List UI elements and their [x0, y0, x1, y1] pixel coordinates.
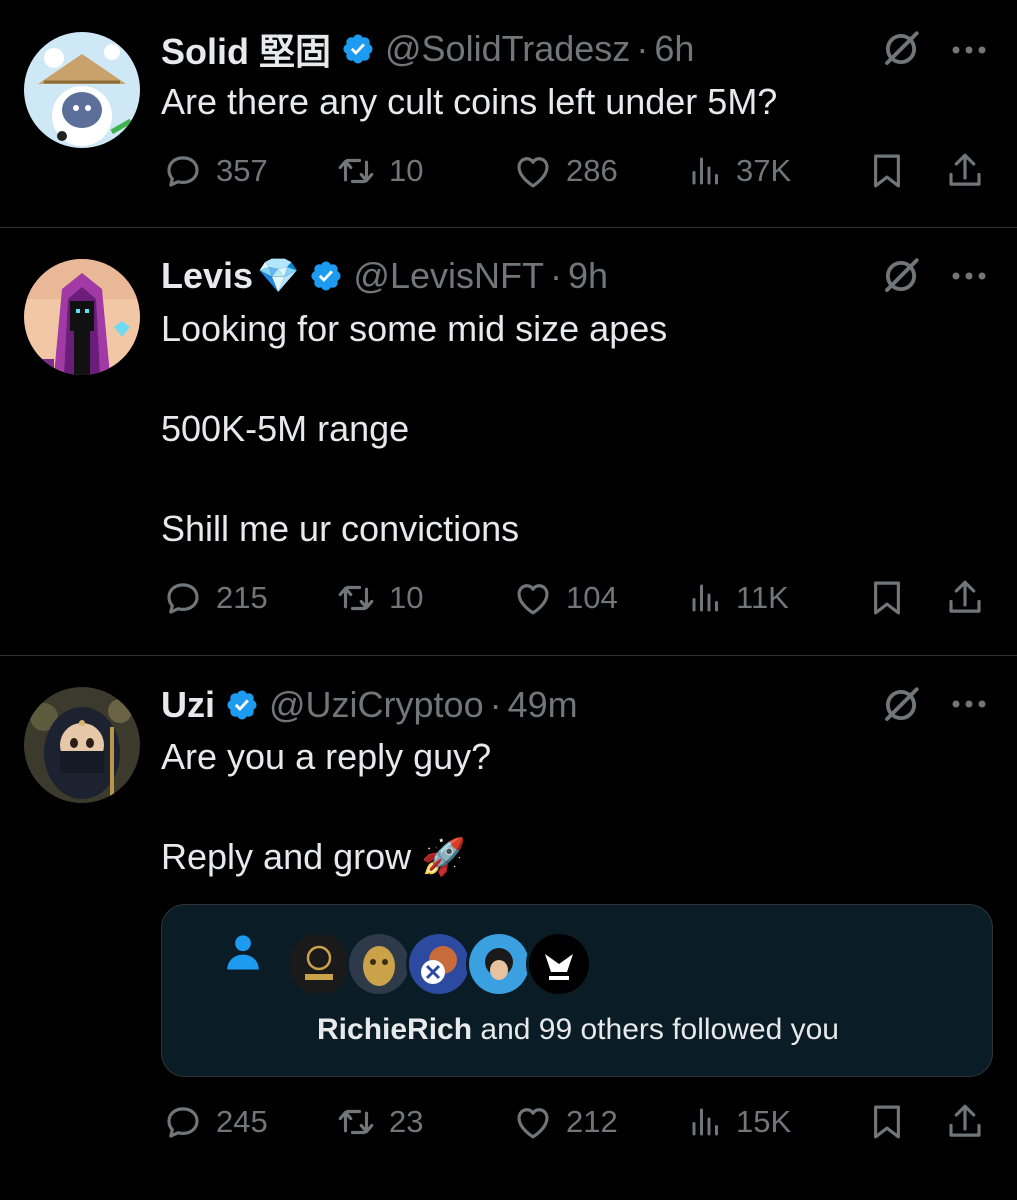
reply-icon — [167, 1107, 199, 1138]
view-count: 37K — [736, 153, 792, 188]
bookmark-button[interactable] — [866, 573, 908, 623]
handle[interactable]: @UziCryptoo — [269, 684, 484, 726]
share-icon — [949, 580, 981, 613]
like-count: 286 — [566, 153, 618, 188]
display-name[interactable]: Uzi — [161, 684, 215, 726]
follower-name[interactable]: RichieRich — [317, 1013, 472, 1046]
bookmark-button[interactable] — [866, 146, 908, 196]
share-button[interactable] — [944, 1097, 986, 1147]
like-count: 212 — [566, 1104, 618, 1139]
view-count: 15K — [736, 1104, 792, 1139]
repost-icon — [338, 158, 374, 184]
timestamp[interactable]: 9h — [568, 255, 608, 297]
like-button[interactable]: 104 — [512, 573, 618, 623]
like-icon — [517, 584, 549, 615]
share-icon — [949, 1104, 981, 1137]
action-bar: 215 10 104 11K — [0, 573, 1017, 623]
follower-avatar[interactable] — [466, 931, 532, 997]
action-bar: 357 10 286 37K — [0, 146, 1017, 196]
reply-count: 357 — [216, 153, 268, 188]
verified-badge-icon — [227, 690, 257, 720]
follower-avatar[interactable] — [406, 931, 472, 997]
follower-avatars — [286, 931, 592, 997]
diamond-emoji: 💎 — [257, 257, 300, 295]
tweet[interactable]: Levis 💎 @LevisNFT · 9h Looking for some … — [0, 228, 1017, 656]
view-count: 11K — [736, 580, 789, 615]
repost-count: 23 — [389, 1104, 424, 1139]
follower-avatar[interactable] — [346, 931, 412, 997]
reply-button[interactable]: 245 — [162, 1097, 268, 1147]
views-icon — [692, 584, 718, 612]
repost-button[interactable]: 10 — [335, 146, 423, 196]
timestamp[interactable]: 49m — [508, 684, 578, 726]
separator-dot: · — [549, 255, 562, 296]
person-icon — [227, 935, 259, 970]
grok-icon[interactable] — [880, 28, 922, 70]
tweet-text: Are you a reply guy? Reply and grow 🚀 — [161, 736, 492, 877]
more-icon[interactable] — [948, 40, 990, 60]
repost-count: 10 — [389, 153, 424, 188]
like-icon — [517, 157, 549, 188]
repost-button[interactable]: 10 — [335, 573, 423, 623]
like-count: 104 — [566, 580, 618, 615]
like-icon — [517, 1108, 549, 1139]
bookmark-icon — [874, 154, 900, 188]
followed-you-rest: and 99 others followed you — [472, 1013, 839, 1046]
action-bar: 245 23 212 15K — [0, 1097, 1017, 1147]
handle[interactable]: @LevisNFT — [353, 255, 544, 297]
reply-icon — [167, 583, 199, 614]
reply-button[interactable]: 215 — [162, 573, 268, 623]
more-icon[interactable] — [948, 694, 990, 714]
repost-icon — [338, 585, 374, 611]
tweet-header: Levis 💎 @LevisNFT · 9h — [161, 251, 608, 301]
views-button[interactable]: 37K — [688, 146, 791, 196]
grok-icon[interactable] — [880, 255, 922, 297]
followers-card[interactable]: RichieRich and 99 others followed you — [161, 904, 993, 1077]
tweet-text: Looking for some mid size apes 500K-5M r… — [161, 308, 668, 549]
separator-dot: · — [489, 684, 502, 725]
follower-avatar[interactable] — [286, 931, 352, 997]
bookmark-icon — [874, 581, 900, 615]
views-icon — [692, 1108, 718, 1136]
reply-count: 215 — [216, 580, 268, 615]
tweet[interactable]: Uzi @UziCryptoo · 49m Are you a reply gu… — [0, 656, 1017, 1200]
verified-badge-icon — [343, 34, 373, 64]
tweet-header: Uzi @UziCryptoo · 49m — [161, 680, 578, 730]
views-button[interactable]: 15K — [688, 1097, 791, 1147]
avatar[interactable] — [24, 32, 140, 148]
tweet[interactable]: Solid 堅固 @SolidTradesz · 6h Are there an… — [0, 0, 1017, 228]
bookmark-icon — [874, 1105, 900, 1139]
display-name[interactable]: Levis — [161, 255, 253, 297]
views-icon — [692, 157, 718, 185]
share-button[interactable] — [944, 146, 986, 196]
more-icon[interactable] — [948, 266, 990, 286]
repost-button[interactable]: 23 — [335, 1097, 423, 1147]
reply-icon — [167, 156, 199, 187]
tweet-header: Solid 堅固 @SolidTradesz · 6h — [161, 24, 694, 74]
display-name[interactable]: Solid 堅固 — [161, 23, 331, 75]
views-button[interactable]: 11K — [688, 573, 789, 623]
reply-button[interactable]: 357 — [162, 146, 268, 196]
avatar[interactable] — [24, 259, 140, 375]
tweet-text: Are there any cult coins left under 5M? — [161, 81, 778, 122]
timestamp[interactable]: 6h — [654, 28, 694, 70]
handle[interactable]: @SolidTradesz — [385, 28, 630, 70]
verified-badge-icon — [311, 261, 341, 291]
share-button[interactable] — [944, 573, 986, 623]
followed-you-text: RichieRich and 99 others followed you — [162, 1013, 994, 1047]
like-button[interactable]: 212 — [512, 1097, 618, 1147]
reply-count: 245 — [216, 1104, 268, 1139]
repost-count: 10 — [389, 580, 424, 615]
follower-avatar[interactable] — [526, 931, 592, 997]
repost-icon — [338, 1109, 374, 1135]
bookmark-button[interactable] — [866, 1097, 908, 1147]
avatar[interactable] — [24, 687, 140, 803]
share-icon — [949, 153, 981, 186]
grok-icon[interactable] — [880, 684, 922, 726]
like-button[interactable]: 286 — [512, 146, 618, 196]
separator-dot: · — [636, 28, 649, 69]
